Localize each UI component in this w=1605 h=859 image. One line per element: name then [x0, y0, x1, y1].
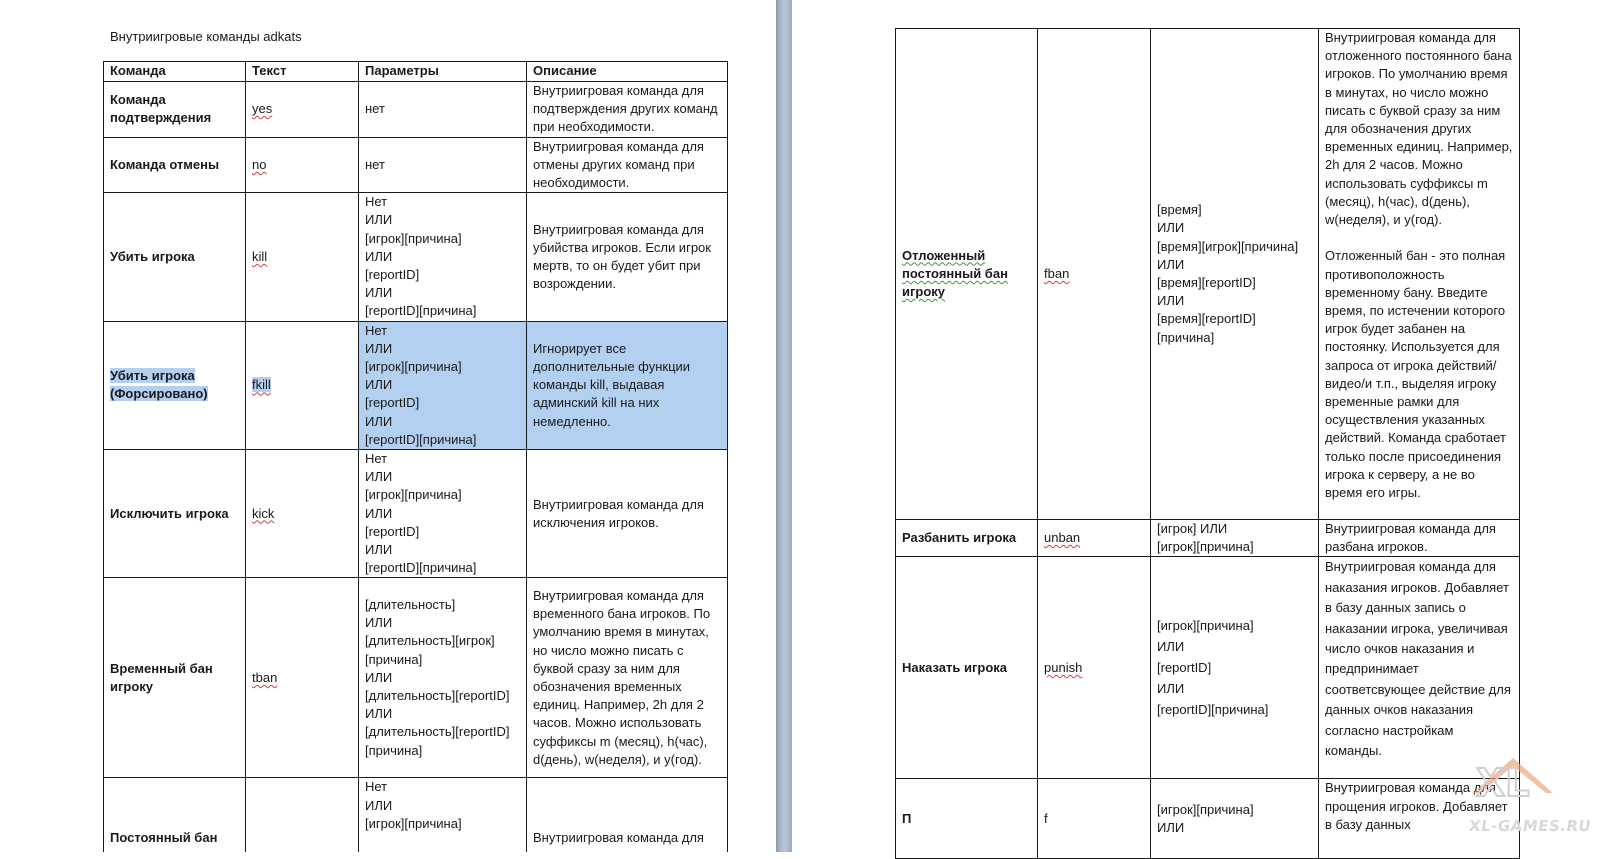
command-params-cell: [длительность] ИЛИ [длительность][игрок]…	[358, 577, 527, 779]
table-row: Разбанить игрока unban [игрок] ИЛИ [игро…	[895, 518, 1520, 558]
command-params-cell: Нет ИЛИ [игрок][причина] ИЛИ [reportID] …	[358, 449, 527, 579]
command-params-cell: Нет ИЛИ [игрок][причина]	[358, 777, 527, 852]
command-text-cell: kick	[245, 449, 359, 579]
command-params-cell: [время] ИЛИ [время][игрок][причина] ИЛИ …	[1150, 28, 1319, 520]
page-gutter	[776, 0, 792, 852]
command-desc-cell: Внутриигровая команда для подтверждения …	[526, 81, 728, 138]
commands-table-continued: Отложенный постоянный бан игроку fban [в…	[895, 28, 1520, 859]
command-desc-cell: Внутриигровая команда для разбана игроко…	[1318, 518, 1520, 558]
command-name-cell: Убить игрока	[103, 192, 246, 322]
table-row: Убить игрока kill Нет ИЛИ [игрок][причин…	[103, 192, 728, 322]
command-name-cell: Постоянный бан	[103, 777, 246, 852]
command-desc-cell: Внутриигровая команда для отмены других …	[526, 136, 728, 194]
command-text-cell: yes	[245, 81, 359, 138]
command-text-cell: tban	[245, 577, 359, 779]
command-name-cell: Команда отмены	[103, 136, 246, 194]
command-text-cell: fban	[1037, 28, 1151, 520]
table-row: Постоянный бан Нет ИЛИ [игрок][причина] …	[103, 777, 728, 852]
command-desc-cell: Внутриигровая команда для убийства игрок…	[526, 192, 728, 322]
commands-table: Команда Текст Параметры Описание Команда…	[103, 61, 728, 852]
command-params-cell: [игрок][причина] ИЛИ	[1150, 778, 1319, 859]
command-text-cell: no	[245, 136, 359, 194]
command-text-cell: kill	[245, 192, 359, 322]
command-text-cell	[245, 777, 359, 852]
table-row: Команда отмены no нет Внутриигровая кома…	[103, 136, 728, 194]
command-params-cell: [игрок] ИЛИ [игрок][причина]	[1150, 518, 1319, 558]
command-name-cell: Временный бан игроку	[103, 577, 246, 779]
command-desc-cell: Внутриигровая команда для временного бан…	[526, 577, 728, 779]
document-page-left: Внутриигровые команды adkats Команда Тек…	[0, 0, 776, 852]
header-description: Описание	[526, 61, 728, 82]
command-text-cell: unban	[1037, 518, 1151, 558]
svg-text:XL: XL	[1476, 761, 1530, 805]
command-name-cell: Исключить игрока	[103, 449, 246, 579]
command-params-cell: Нет ИЛИ [игрок][причина] ИЛИ [reportID] …	[358, 192, 527, 322]
command-text-cell: f	[1037, 778, 1151, 859]
command-params-cell: нет	[358, 136, 527, 194]
table-header-row: Команда Текст Параметры Описание	[103, 61, 728, 82]
command-name-cell: Убить игрока (Форсировано)	[103, 320, 246, 451]
document-title: Внутриигровые команды adkats	[110, 29, 302, 44]
command-params-cell: нет	[358, 81, 527, 138]
table-row: Наказать игрока punish [игрок][причина] …	[895, 556, 1520, 780]
table-row: Исключить игрока kick Нет ИЛИ [игрок][пр…	[103, 449, 728, 579]
header-text: Текст	[245, 61, 359, 82]
command-desc-cell: Внутриигровая команда для	[526, 777, 728, 852]
table-row: Команда подтверждения yes нет Внутриигро…	[103, 81, 728, 138]
command-params-cell: Нет ИЛИ [игрок][причина] ИЛИ [reportID] …	[358, 320, 527, 451]
table-row: Временный бан игроку tban [длительность]…	[103, 577, 728, 779]
watermark-text: XL-GAMES.RU	[1467, 817, 1593, 835]
table-row-selected: Убить игрока (Форсировано) fkill Нет ИЛИ…	[103, 320, 728, 451]
command-name-cell: Наказать игрока	[895, 556, 1038, 780]
command-desc-cell: Игнорирует все дополнительные функции ко…	[526, 320, 728, 451]
command-name-cell: Команда подтверждения	[103, 81, 246, 138]
command-text-cell: fkill	[245, 320, 359, 451]
command-text-cell: punish	[1037, 556, 1151, 780]
command-desc-cell: Внутриигровая команда для исключения игр…	[526, 449, 728, 579]
command-name-cell: Разбанить игрока	[895, 518, 1038, 558]
table-row: Отложенный постоянный бан игроку fban [в…	[895, 28, 1520, 520]
table-row: П f [игрок][причина] ИЛИ Внутриигровая к…	[895, 778, 1520, 859]
header-params: Параметры	[358, 61, 527, 82]
command-name-cell: П	[895, 778, 1038, 859]
header-command: Команда	[103, 61, 246, 82]
command-params-cell: [игрок][причина] ИЛИ [reportID] ИЛИ [rep…	[1150, 556, 1319, 780]
command-desc-cell: Внутриигровая команда для отложенного по…	[1318, 28, 1520, 520]
command-name-cell: Отложенный постоянный бан игроку	[895, 28, 1038, 520]
